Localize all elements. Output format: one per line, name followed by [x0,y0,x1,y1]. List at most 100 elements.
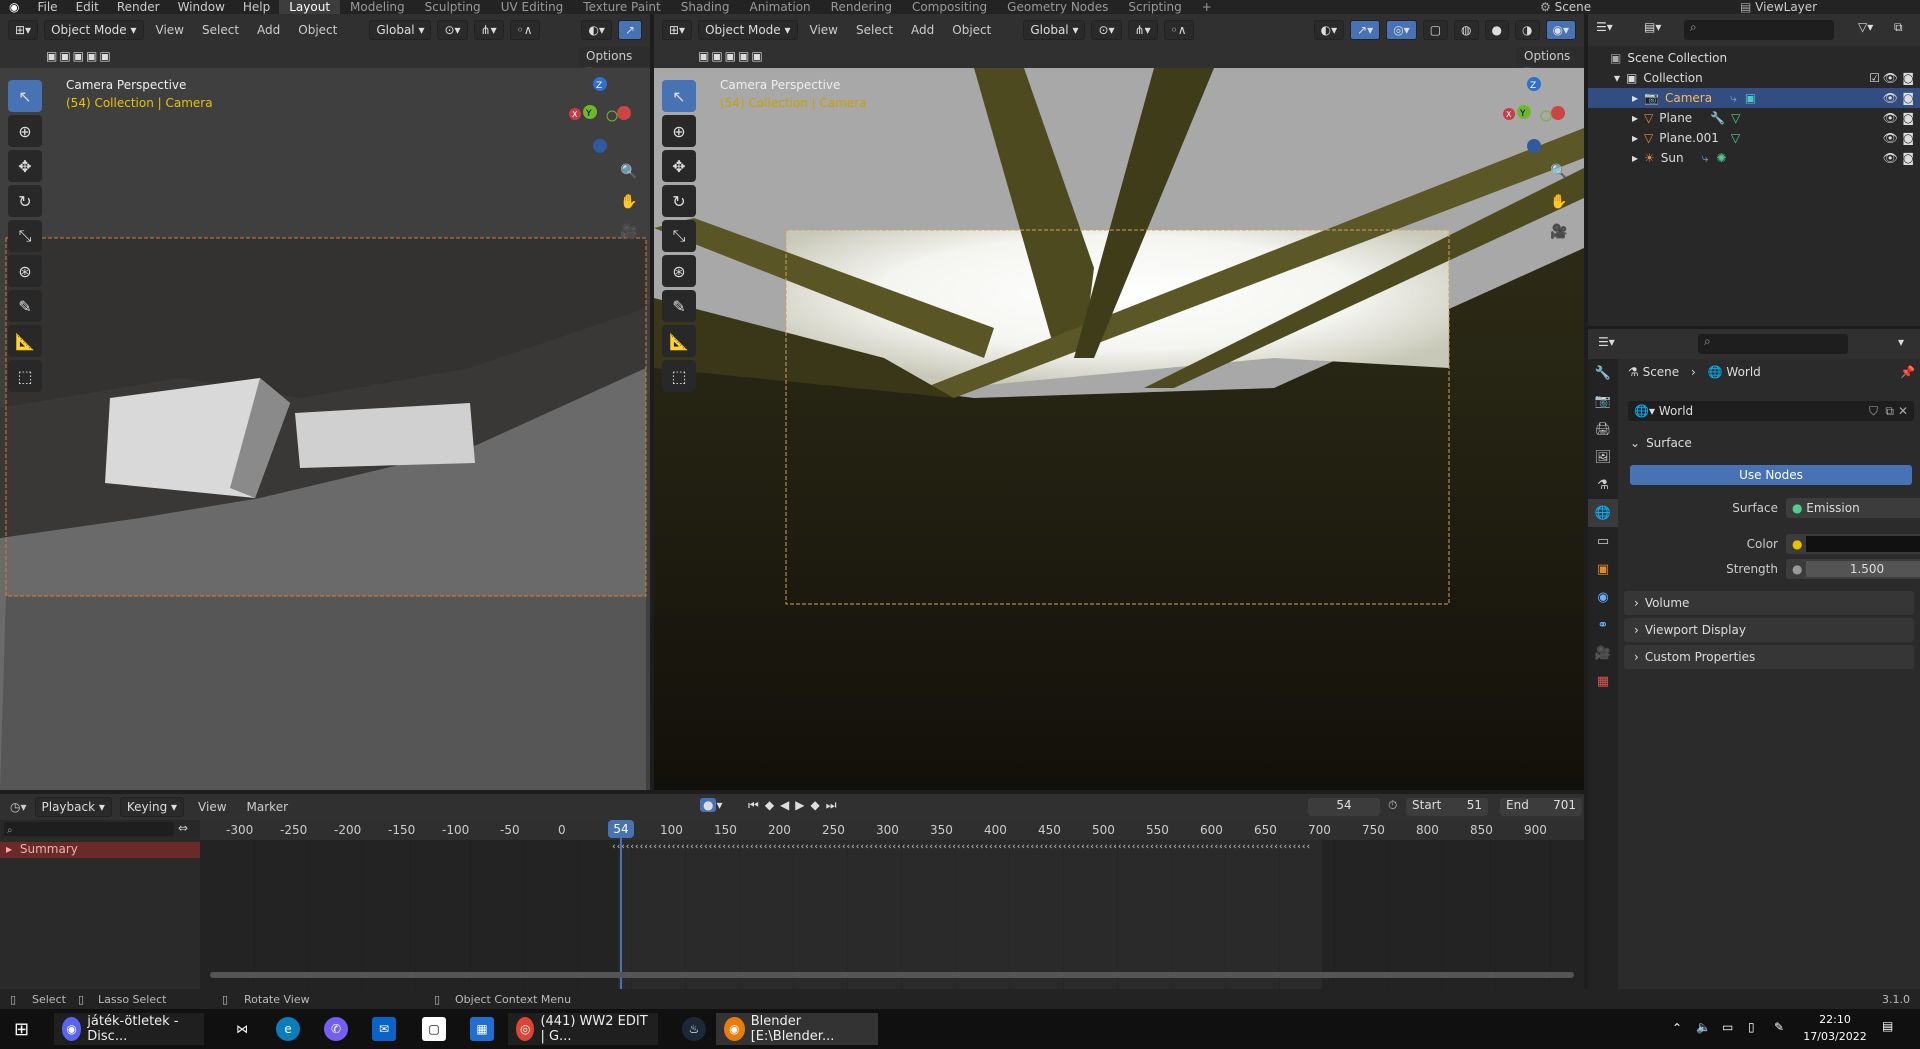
scale-tool-icon[interactable]: ⤡ [662,220,696,252]
transform-orientation-dropdown[interactable]: Global ▾ [1023,20,1086,40]
visibility-icon[interactable]: ◐▾ [1313,20,1345,40]
tab-layout[interactable]: Layout [279,0,341,14]
taskbar-edge[interactable]: e [268,1013,308,1045]
tab-modeling[interactable]: Modeling [340,0,415,14]
taskbar-app-discord[interactable]: ◉ játék-ötletek - Disc... [54,1013,204,1045]
data-tab-icon[interactable]: 🎥 [1588,639,1618,667]
timeline-scrollbar[interactable] [210,972,1574,978]
proportional-icon[interactable]: ◦∧ [509,20,540,40]
expand-icon[interactable]: ▸ [1632,131,1638,145]
expand-icon[interactable]: ▸ [1632,91,1638,105]
proportional-icon[interactable]: ◦∧ [1163,20,1194,40]
outliner-collection[interactable]: ▾ ▣ Collection ☑ 👁 ◙ [1588,68,1920,88]
duplicate-icon[interactable]: ⧉ [1885,404,1894,419]
display-mode-icon[interactable]: ▤▾ [1644,20,1661,34]
volume-icon[interactable]: 🔈 [1696,1020,1711,1034]
taskbar-visual-studio[interactable]: ⋈ [222,1013,262,1045]
summary-channel[interactable]: ▸ Summary [0,842,200,858]
menu-add[interactable]: Add [905,23,940,37]
editor-type-icon[interactable]: ☰▾ [1598,335,1615,349]
end-frame-field[interactable]: End 701 [1500,798,1582,816]
menu-edit[interactable]: Edit [67,0,108,14]
object-tab-icon[interactable]: ▣ [1588,555,1618,583]
cursor-tool-icon[interactable]: ⊕ [662,115,696,147]
world-tab-icon[interactable]: 🌐 [1588,499,1618,527]
camera-view-icon[interactable]: 🎥 [620,224,637,240]
output-tab-icon[interactable]: 🖨 [1588,415,1618,443]
clock-date[interactable]: 17/03/2022 [1800,1030,1870,1043]
next-keyframe-icon[interactable]: ◆ [811,798,826,812]
eye-icon[interactable]: 👁 [1883,131,1898,145]
pivot-icon[interactable]: ⊙▾ [1091,20,1122,40]
record-button[interactable]: ● ▾ [700,798,723,812]
shading-solid-icon[interactable]: ● [1484,20,1510,40]
menu-render[interactable]: Render [108,0,169,14]
playhead-line[interactable] [620,820,622,989]
gizmo-toggle-icon[interactable]: ↗▾ [1350,20,1381,40]
tab-uv-editing[interactable]: UV Editing [491,0,574,14]
shading-wireframe-icon[interactable]: ◍ [1454,20,1479,40]
custom-properties-panel[interactable]: › Custom Properties [1624,645,1914,669]
camera-view-icon[interactable]: 🎥 [1550,224,1567,240]
world-datablock-field[interactable]: 🌐▾ World ⛉ ⧉ ✕ [1628,401,1914,421]
mode-dropdown[interactable]: Object Mode ▾ [698,20,798,40]
outliner-scene-collection[interactable]: ▣ Scene Collection [1588,48,1920,68]
select-tool-icon[interactable]: ↖ [662,80,696,112]
color-swatch[interactable] [1806,536,1920,552]
taskbar-roblox[interactable]: ▢ [414,1013,454,1045]
menu-help[interactable]: Help [234,0,279,14]
left-viewport[interactable]: Camera Perspective (54) Collection | Cam… [0,68,650,790]
menu-view[interactable]: View [804,23,844,37]
menu-window[interactable]: Window [169,0,234,14]
constraints-tab-icon[interactable]: ⚭ [1588,611,1618,639]
transform-orientation-dropdown[interactable]: Global ▾ [369,20,432,40]
taskbar-viber[interactable]: ✆ [316,1013,356,1045]
menu-object[interactable]: Object [292,23,343,37]
menu-file[interactable]: File [28,0,66,14]
keying-menu[interactable]: Keying ▾ [119,797,185,817]
channel-search-input[interactable]: ⌕ [4,822,174,836]
volume-panel[interactable]: › Volume [1624,591,1914,615]
menu-object[interactable]: Object [946,23,997,37]
tab-compositing[interactable]: Compositing [902,0,997,14]
move-tool-icon[interactable]: ✥ [662,150,696,182]
use-nodes-button[interactable]: Use Nodes [1630,465,1912,485]
pivot-icon[interactable]: ⊙▾ [437,20,468,40]
annotate-tool-icon[interactable]: ✎ [662,290,696,322]
options-dropdown[interactable]: Options ▾ [578,47,650,77]
menu-marker[interactable]: Marker [241,800,294,814]
blender-logo-icon[interactable]: ◉ [0,0,28,14]
collection-tab-icon[interactable]: ▭ [1588,527,1618,555]
outliner-item-plane001[interactable]: ▸ ▽ Plane.001 ▽ 👁 ◙ [1588,128,1920,148]
pan-hand-icon[interactable]: ✋ [1550,194,1567,210]
surface-shader-field[interactable]: ● Emission [1786,498,1920,518]
camera-render-icon[interactable]: ◙ [1902,91,1914,105]
outliner-item-plane[interactable]: ▸ ▽ Plane 🔧 ▽ 👁 ◙ [1588,108,1920,128]
rotate-tool-icon[interactable]: ↻ [662,185,696,217]
move-tool-icon[interactable]: ✥ [8,150,42,182]
transform-tool-icon[interactable]: ⊛ [8,255,42,287]
stopwatch-icon[interactable]: ⏱ [1388,798,1397,813]
battery-icon[interactable]: ▯ [1748,1020,1755,1034]
jump-start-icon[interactable]: ⏮ [748,798,765,812]
clock-icon[interactable]: ◷▾ [10,800,27,814]
overlay-toggle-icon[interactable]: ◎▾ [1386,20,1417,40]
add-cube-tool-icon[interactable]: ⬚ [662,360,696,392]
menu-select[interactable]: Select [196,23,245,37]
xray-icon[interactable]: ▢ [1422,20,1449,40]
expand-icon[interactable]: ▾ [1614,71,1620,85]
cursor-tool-icon[interactable]: ⊕ [8,115,42,147]
visibility-icon[interactable]: ◐▾ [581,20,612,40]
camera-render-icon[interactable]: ◙ [1902,131,1914,145]
prev-keyframe-icon[interactable]: ◆ [765,798,780,812]
view-layer-tab-icon[interactable]: 🖼 [1588,443,1618,471]
frame-ruler[interactable]: -300 -250 -200 -150 -100 -50 0 100 150 2… [200,820,1584,840]
add-cube-tool-icon[interactable]: ⬚ [8,360,42,392]
swap-icon[interactable]: ⇔ [178,821,188,835]
navigation-gizmo-icon[interactable]: Z Y X [560,76,640,156]
taskbar-app-blender[interactable]: ◉ Blender [E:\Blender... [716,1013,878,1045]
select-mode-icons[interactable]: ▣▣▣▣▣ [698,49,765,63]
chevron-down-icon[interactable]: ▾ [1898,335,1904,349]
playhead-frame-badge[interactable]: 54 [608,820,634,838]
scale-tool-icon[interactable]: ⤡ [8,220,42,252]
